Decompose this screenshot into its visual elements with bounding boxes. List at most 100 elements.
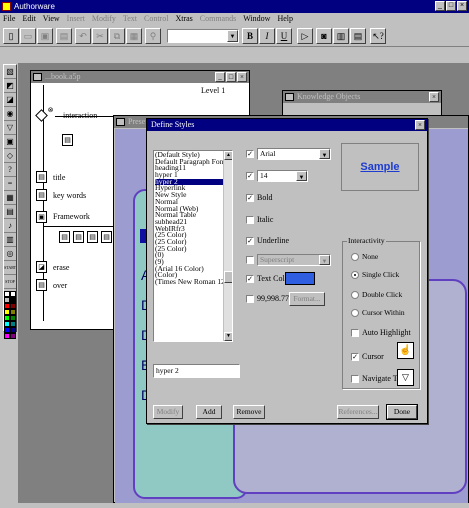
stop-flag-icon[interactable]: STOP: [4, 275, 16, 289]
maximize-button[interactable]: □: [226, 72, 236, 82]
checkbox-icon[interactable]: [246, 294, 254, 303]
display-icon[interactable]: ▤: [73, 231, 84, 243]
display-icon[interactable]: ▤: [36, 279, 47, 291]
references-button[interactable]: References...: [337, 405, 379, 419]
superscript-combo[interactable]: Superscript ▼: [257, 254, 331, 266]
sound-icon[interactable]: ♪: [4, 219, 16, 233]
menu-window[interactable]: Window: [243, 13, 270, 25]
flow-item-label[interactable]: Framework: [53, 212, 90, 221]
single-click-radio[interactable]: Single Click: [351, 270, 399, 279]
run-icon[interactable]: ▷: [297, 28, 313, 44]
done-button[interactable]: Done: [386, 404, 418, 420]
format-button[interactable]: Format...: [289, 292, 325, 306]
scroll-up-icon[interactable]: ▲: [224, 151, 232, 160]
checkbox-checked-icon[interactable]: ✓: [246, 193, 254, 202]
display-icon[interactable]: ▤: [36, 189, 47, 201]
bold-button[interactable]: B: [242, 28, 258, 44]
checkbox-icon[interactable]: [351, 328, 359, 337]
checkbox-checked-icon[interactable]: ✓: [246, 150, 254, 158]
style-list-item[interactable]: (25 Color): [155, 245, 231, 253]
minimize-button[interactable]: _: [435, 1, 445, 11]
interaction-icon[interactable]: ?: [4, 163, 16, 177]
framework-icon[interactable]: ▣: [4, 135, 16, 149]
help-pointer-icon[interactable]: ↖?: [370, 28, 386, 44]
paste-icon[interactable]: ▦: [126, 28, 142, 44]
cut-icon[interactable]: ✂: [92, 28, 108, 44]
navigate-icon[interactable]: ▽: [397, 369, 414, 386]
minimize-button[interactable]: _: [215, 72, 225, 82]
new-file-icon[interactable]: ▯: [3, 28, 19, 44]
find-icon[interactable]: ⚲: [145, 28, 161, 44]
erase-icon[interactable]: ◪: [36, 261, 47, 273]
modify-button[interactable]: Modify: [153, 405, 183, 419]
menu-file[interactable]: File: [3, 13, 15, 25]
navigate-to-checkbox[interactable]: Navigate To: [351, 374, 401, 383]
calculation-icon[interactable]: =: [4, 177, 16, 191]
menu-modify[interactable]: Modify: [92, 13, 116, 25]
functions-icon[interactable]: ▥: [333, 28, 349, 44]
add-button[interactable]: Add: [196, 405, 222, 419]
style-list-scrollbar[interactable]: ▲ ▼: [223, 151, 232, 341]
movie-icon[interactable]: ▤: [4, 205, 16, 219]
display-icon[interactable]: ▤: [59, 231, 70, 243]
wait-icon[interactable]: ◉: [4, 107, 16, 121]
variables-icon[interactable]: ▤: [350, 28, 366, 44]
radio-icon[interactable]: [351, 252, 359, 261]
chevron-down-icon[interactable]: ▼: [227, 30, 238, 42]
import-icon[interactable]: ▤: [56, 28, 72, 44]
display-icon[interactable]: ▤: [87, 231, 98, 243]
copy-icon[interactable]: ⧉: [109, 28, 125, 44]
scroll-down-icon[interactable]: ▼: [224, 332, 232, 341]
menu-view[interactable]: View: [43, 13, 60, 25]
motion-icon[interactable]: ◩: [4, 79, 16, 93]
font-checkbox[interactable]: ✓: [246, 150, 254, 158]
close-button[interactable]: ×: [415, 120, 425, 130]
radio-icon[interactable]: [351, 290, 359, 299]
italic-checkbox[interactable]: Italic: [246, 215, 273, 224]
style-list-item[interactable]: (0): [155, 251, 231, 259]
double-click-radio[interactable]: Double Click: [351, 290, 402, 299]
superscript-checkbox[interactable]: [246, 256, 254, 264]
decision-icon[interactable]: ◇: [4, 149, 16, 163]
display-icon[interactable]: ▤: [101, 231, 112, 243]
menu-insert[interactable]: Insert: [67, 13, 85, 25]
display-icon[interactable]: ▤: [36, 171, 47, 183]
menu-control[interactable]: Control: [144, 13, 168, 25]
flow-item-label[interactable]: title: [53, 173, 65, 182]
open-file-icon[interactable]: ▭: [20, 28, 36, 44]
radio-icon[interactable]: [351, 308, 359, 317]
font-style-combo[interactable]: ▼: [167, 29, 239, 43]
close-button[interactable]: ×: [237, 72, 247, 82]
color-swatch-purple[interactable]: [10, 333, 16, 339]
number-format-checkbox[interactable]: 99,998.77: [246, 294, 289, 303]
checkbox-checked-icon[interactable]: ✓: [246, 172, 254, 180]
checkbox-icon[interactable]: [351, 374, 359, 383]
flow-item-label[interactable]: erase: [53, 263, 69, 272]
cursor-within-radio[interactable]: Cursor Within: [351, 308, 405, 317]
knowledge-object-icon[interactable]: ◎: [4, 247, 16, 261]
scroll-thumb[interactable]: [224, 271, 232, 283]
close-button[interactable]: ×: [429, 92, 439, 102]
video-icon[interactable]: ▥: [4, 233, 16, 247]
hand-cursor-icon[interactable]: ☝: [397, 342, 414, 359]
maximize-button[interactable]: □: [446, 1, 456, 11]
size-combo[interactable]: 14 ▼: [257, 170, 308, 182]
underline-button[interactable]: U: [276, 28, 292, 44]
italic-button[interactable]: I: [259, 28, 275, 44]
display-icon[interactable]: ▤: [62, 134, 73, 146]
navigate-icon[interactable]: ▽: [4, 121, 16, 135]
style-list[interactable]: (Default Style) Default Paragraph Font hea…: [153, 150, 233, 342]
checkbox-icon[interactable]: [246, 215, 254, 224]
style-list-item[interactable]: (Times New Roman 12): [155, 278, 231, 286]
checkbox-icon[interactable]: [246, 256, 254, 264]
framework-icon[interactable]: ▣: [36, 211, 47, 223]
save-file-icon[interactable]: ▣: [37, 28, 53, 44]
control-panel-icon[interactable]: ◙: [316, 28, 332, 44]
undo-icon[interactable]: ↶: [75, 28, 91, 44]
flow-item-label[interactable]: over: [53, 281, 67, 290]
chevron-down-icon[interactable]: ▼: [319, 255, 330, 265]
checkbox-checked-icon[interactable]: ✓: [351, 352, 359, 361]
menu-commands[interactable]: Commands: [200, 13, 236, 25]
menu-text[interactable]: Text: [123, 13, 137, 25]
menu-xtras[interactable]: Xtras: [175, 13, 192, 25]
